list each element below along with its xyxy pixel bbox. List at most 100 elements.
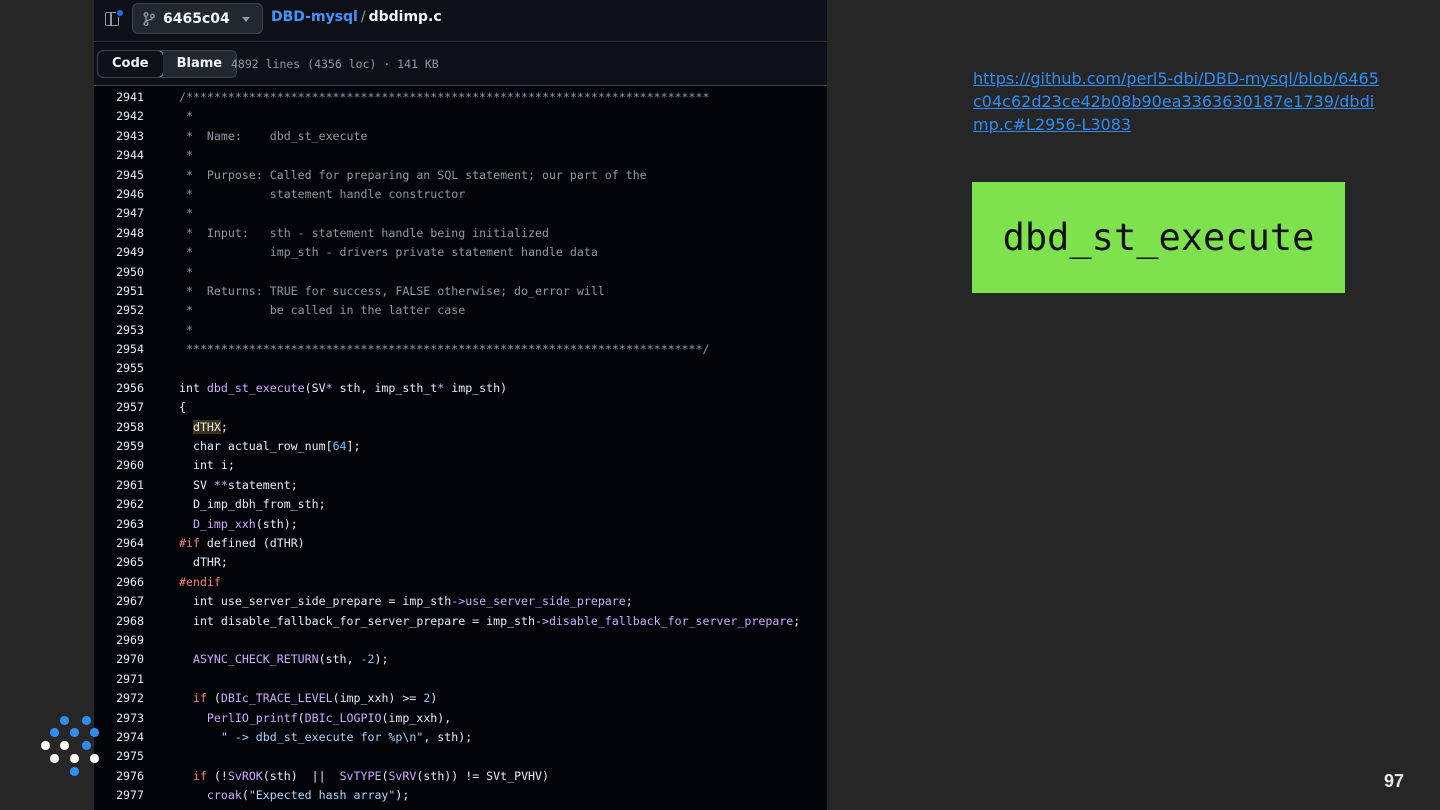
line-number[interactable]: 2977 [94,786,144,805]
code-line: 2954 ***********************************… [94,340,827,359]
code-line: 2967 int use_server_side_prepare = imp_s… [94,592,827,611]
code-line: 2966 #endif [94,573,827,592]
line-number[interactable]: 2956 [94,379,144,398]
line-number[interactable]: 2954 [94,340,144,359]
code-line: 2948 * Input: sth - statement handle bei… [94,224,827,243]
line-number[interactable]: 2965 [94,553,144,572]
line-number[interactable]: 2967 [94,592,144,611]
line-source: D_imp_dbh_from_sth; [179,497,326,512]
file-header: 6465c04 DBD-mysql / dbdimp.c [94,0,827,42]
line-number[interactable]: 2960 [94,456,144,475]
line-number[interactable]: 2953 [94,321,144,340]
source-link[interactable]: https://github.com/perl5-dbi/DBD-mysql/b… [973,67,1383,136]
line-number[interactable]: 2970 [94,650,144,669]
code-line: 2976 if (!SvROK(sth) || SvTYPE(SvRV(sth)… [94,767,827,786]
line-number[interactable]: 2943 [94,127,144,146]
line-source: /***************************************… [179,90,710,104]
line-source: { [179,400,186,415]
line-number[interactable]: 2969 [94,631,144,650]
code-line: 2942 * [94,107,827,126]
line-number[interactable]: 2961 [94,476,144,495]
line-number[interactable]: 2975 [94,747,144,766]
line-number[interactable]: 2946 [94,185,144,204]
code-line: 2974 " -> dbd_st_execute for %p\n", sth)… [94,728,827,747]
code-line: 2969 [94,631,827,650]
line-number[interactable]: 2963 [94,515,144,534]
breadcrumb-file: dbdimp.c [368,9,442,25]
line-number[interactable]: 2958 [94,418,144,437]
breadcrumb-repo-link[interactable]: DBD-mysql [271,9,358,25]
line-source: int disable_fallback_for_server_prepare … [179,613,801,628]
line-number[interactable]: 2973 [94,709,144,728]
line-number[interactable]: 2966 [94,573,144,592]
code-line: 2975 [94,747,827,766]
line-source: dTHX; [192,419,228,434]
line-number[interactable]: 2950 [94,263,144,282]
line-source: * [179,148,193,163]
code-line: 2955 [94,359,827,378]
line-number[interactable]: 2941 [94,88,144,107]
code-blame-toggle: Code Blame [97,50,238,78]
line-source: * [179,264,193,279]
line-source: ASYNC_CHECK_RETURN(sth, -2); [192,652,389,667]
code-line: 2950 * [94,263,827,282]
line-number[interactable]: 2944 [94,146,144,165]
code-line: 2961 SV **statement; [94,476,827,495]
code-line: 2964 #if defined (dTHR) [94,534,827,553]
code-line: 2951 * Returns: TRUE for success, FALSE … [94,282,827,301]
line-source: #if defined (dTHR) [179,535,305,550]
sidebar-toggle-icon[interactable] [103,9,125,29]
line-source: * be called in the latter case [179,303,466,318]
code-line: 2970 ASYNC_CHECK_RETURN(sth, -2); [94,650,827,669]
branch-selector[interactable]: 6465c04 [132,3,263,34]
line-source: char actual_row_num[64]; [179,439,361,454]
line-number[interactable]: 2942 [94,107,144,126]
line-source: * imp_sth - drivers private statement ha… [179,245,598,260]
line-number[interactable]: 2971 [94,670,144,689]
code-line: 2958 dTHX; [94,418,827,437]
line-number[interactable]: 2947 [94,204,144,223]
line-number[interactable]: 2968 [94,612,144,631]
line-number[interactable]: 2964 [94,534,144,553]
line-number[interactable]: 2951 [94,282,144,301]
line-number[interactable]: 2952 [94,301,144,320]
code-line: 2959 char actual_row_num[64]; [94,437,827,456]
code-line: 2968 int disable_fallback_for_server_pre… [94,612,827,631]
tab-code[interactable]: Code [98,51,164,77]
code-line: 2965 dTHR; [94,553,827,572]
line-number[interactable]: 2948 [94,224,144,243]
line-number[interactable]: 2972 [94,689,144,708]
line-source: * Name: dbd_st_execute [179,128,368,143]
line-source: * Purpose: Called for preparing an SQL s… [179,167,647,182]
github-file-view: 6465c04 DBD-mysql / dbdimp.c Code Blame 48… [94,0,827,810]
line-number[interactable]: 2955 [94,359,144,378]
line-number[interactable]: 2974 [94,728,144,747]
line-source: SV **statement; [179,477,298,492]
line-source: if (DBIc_TRACE_LEVEL(imp_xxh) >= 2) [192,691,438,706]
breadcrumb-separator: / [360,9,366,25]
line-number[interactable]: 2976 [94,767,144,786]
code-line: 2971 [94,670,827,689]
tab-blame[interactable]: Blame [162,51,237,77]
code-line: 2949 * imp_sth - drivers private stateme… [94,243,827,262]
code-line: 2946 * statement handle constructor [94,185,827,204]
line-number[interactable]: 2945 [94,166,144,185]
line-source: int i; [179,458,235,473]
git-branch-icon [143,11,155,26]
line-number[interactable]: 2949 [94,243,144,262]
line-source: dTHR; [179,555,228,570]
line-source: if (!SvROK(sth) || SvTYPE(SvRV(sth)) != … [192,768,549,783]
code-line: 2962 D_imp_dbh_from_sth; [94,495,827,514]
function-name: dbd_st_execute [1002,216,1315,259]
line-number[interactable]: 2957 [94,398,144,417]
code-line: 2953 * [94,321,827,340]
code-line: 2973 PerlIO_printf(DBIc_LOGPIO(imp_xxh), [94,709,827,728]
line-source: ****************************************… [179,342,710,357]
page-number: 97 [1384,771,1405,791]
code-line: 2944 * [94,146,827,165]
line-number[interactable]: 2962 [94,495,144,514]
line-number[interactable]: 2959 [94,437,144,456]
code-line: 2960 int i; [94,456,827,475]
file-toolbar: Code Blame 4892 lines (4356 loc) · 141 K… [94,43,827,86]
line-source: D_imp_xxh(sth); [192,516,298,531]
